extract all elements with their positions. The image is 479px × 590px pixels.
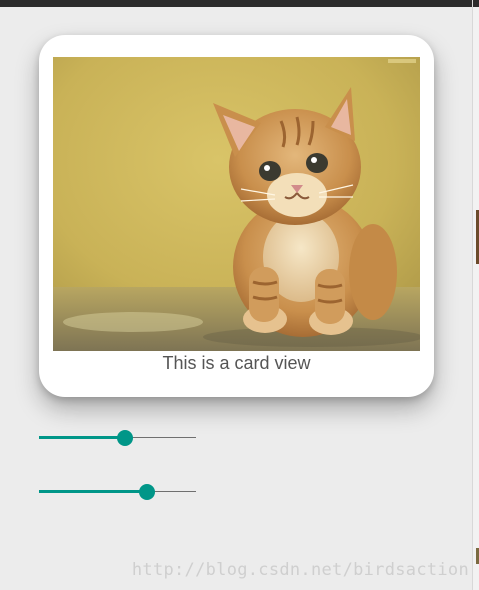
kitten-image <box>53 57 420 351</box>
slider-fill <box>39 436 125 439</box>
card-view[interactable]: This is a card view <box>39 35 434 397</box>
card-caption: This is a card view <box>162 353 311 373</box>
slider-1[interactable] <box>39 428 196 448</box>
slider-thumb[interactable] <box>117 430 133 446</box>
window-edge-top <box>473 0 479 7</box>
window-edge <box>472 0 479 590</box>
watermark-text: http://blog.csdn.net/birdsaction <box>131 560 469 580</box>
status-bar <box>0 0 479 7</box>
slider-fill <box>39 490 147 493</box>
slider-2[interactable] <box>39 482 196 502</box>
slider-thumb[interactable] <box>139 484 155 500</box>
